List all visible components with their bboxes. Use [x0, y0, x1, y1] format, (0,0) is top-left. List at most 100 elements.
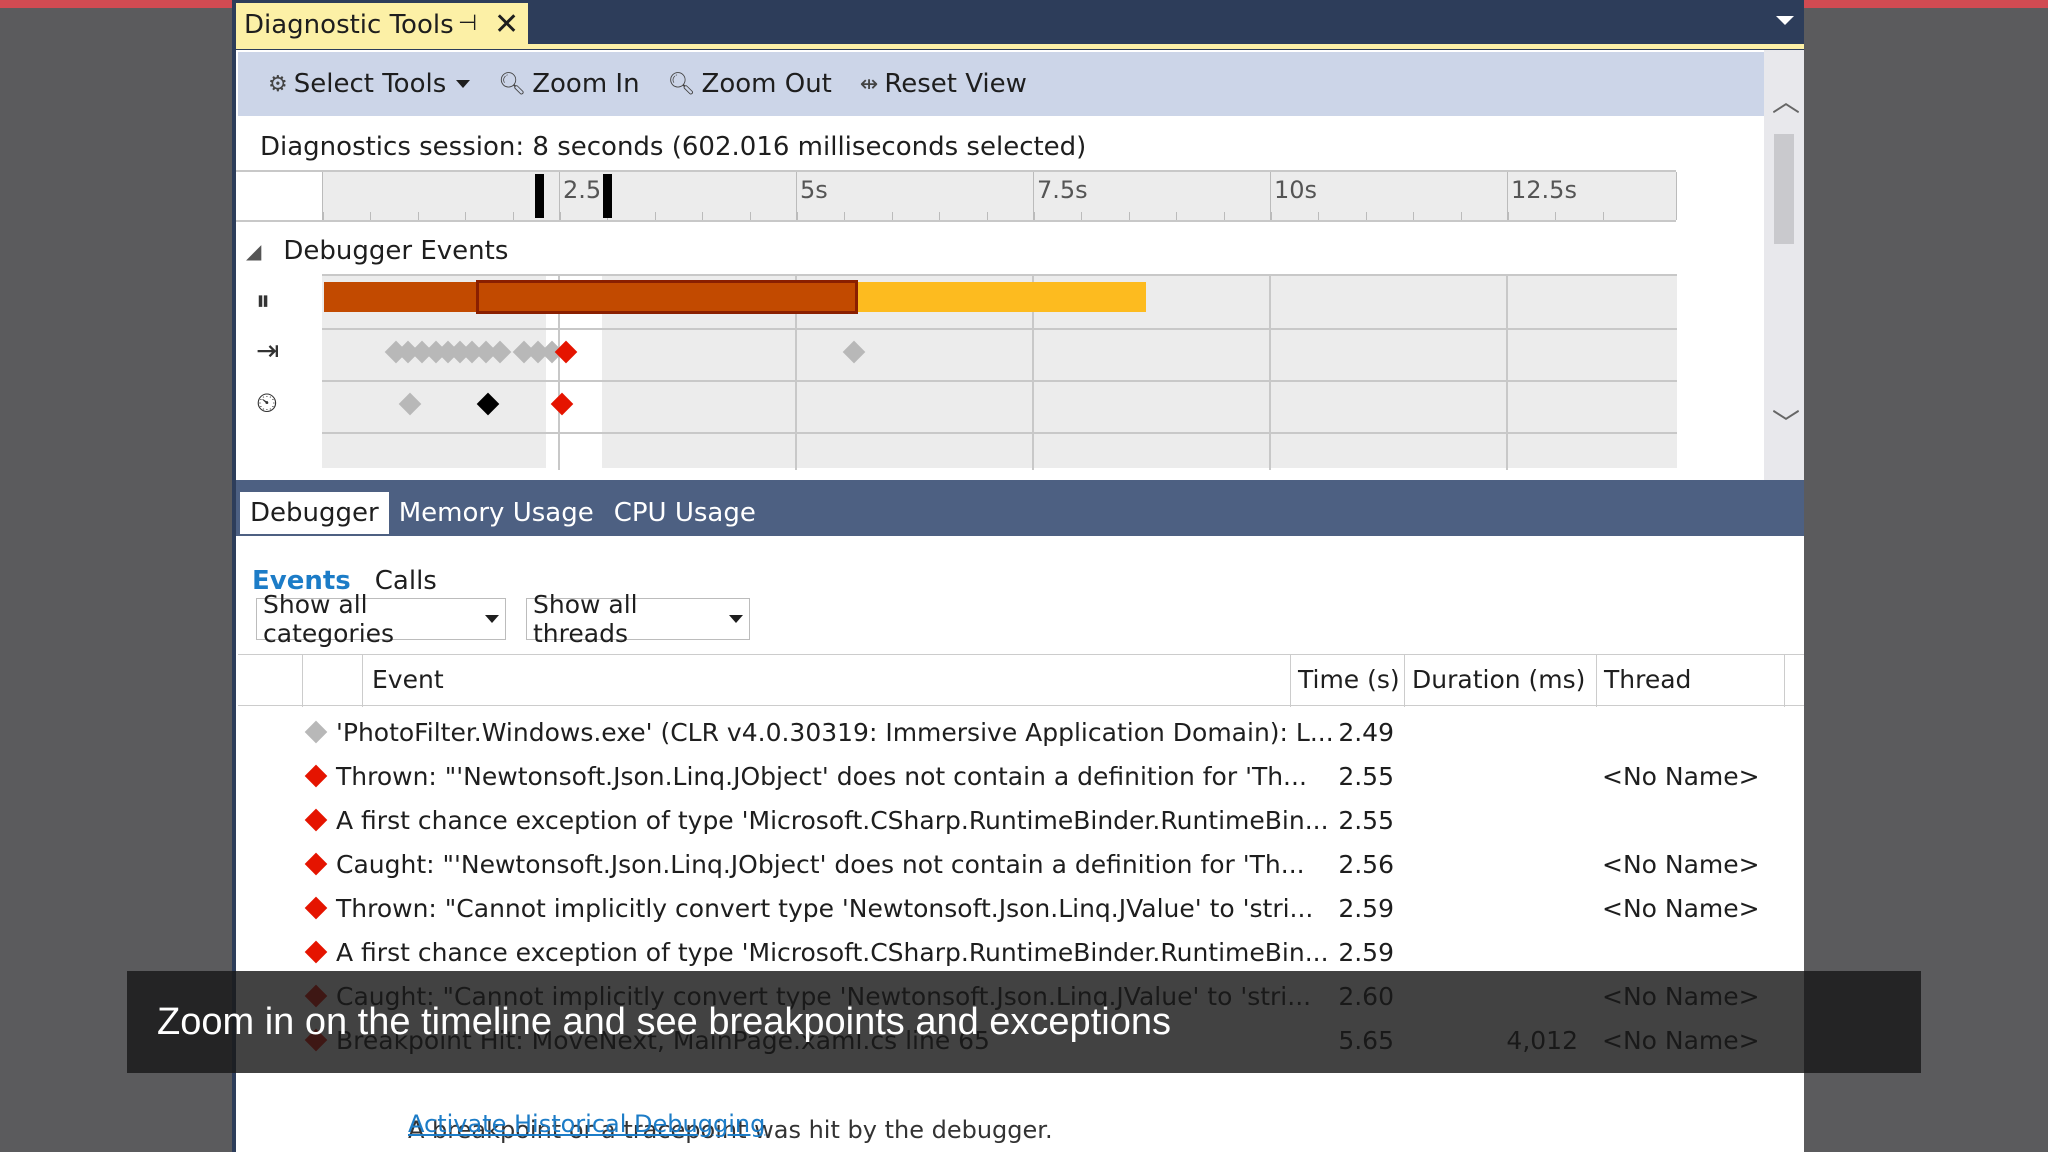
lane-gridline	[1269, 276, 1271, 470]
column-separator	[1596, 655, 1597, 707]
time-cell: 2.49	[1338, 718, 1394, 747]
reset-view-icon: ⇹	[859, 71, 879, 97]
running-bar[interactable]	[858, 282, 1146, 312]
window-menu-chevron-icon[interactable]	[1776, 16, 1794, 25]
event-cell: Thrown: "Cannot implicitly convert type …	[336, 894, 1314, 923]
select-tools-label: Select Tools	[293, 69, 447, 99]
column-header-event[interactable]: Event	[372, 665, 444, 694]
info-event-icon	[304, 720, 328, 744]
column-header-time[interactable]: Time (s)	[1298, 665, 1400, 694]
time-cell: 2.59	[1338, 938, 1394, 967]
debugger-events-title: Debugger Events	[283, 236, 509, 266]
column-separator	[1404, 655, 1405, 707]
grid-header: Event Time (s) Duration (ms) Thread	[238, 654, 1804, 707]
caption-text: Zoom in on the timeline and see breakpoi…	[157, 1000, 1171, 1043]
ruler-minor-tick	[370, 212, 372, 220]
zoom-out-button[interactable]: 🔍︎ Zoom Out	[668, 69, 832, 99]
time-cell: 2.55	[1338, 806, 1394, 835]
info-event-marker[interactable]	[842, 340, 866, 364]
chevron-down-icon	[485, 615, 499, 623]
table-row[interactable]: Thrown: "'Newtonsoft.Json.Linq.JObject' …	[238, 754, 1804, 798]
ruler-minor-tick	[654, 212, 656, 220]
accent-bar-left	[0, 0, 232, 8]
exception-event-icon	[304, 764, 328, 788]
event-cell: Thrown: "'Newtonsoft.Json.Linq.JObject' …	[336, 762, 1307, 791]
column-header-duration[interactable]: Duration (ms)	[1412, 665, 1585, 694]
reset-view-label: Reset View	[884, 69, 1027, 99]
exception-event-icon	[304, 852, 328, 876]
ruler-minor-tick	[1460, 212, 1462, 220]
close-icon[interactable]: ✕	[494, 7, 519, 42]
tab-underline	[236, 44, 1804, 49]
tab-diagnostic-tools[interactable]: Diagnostic Tools ⊣ ✕	[236, 3, 528, 47]
info-event-marker[interactable]	[398, 392, 422, 416]
debugger-events-swimlanes[interactable]	[322, 274, 1677, 470]
threads-dropdown[interactable]: Show all threads	[526, 590, 750, 648]
ruler-minor-tick	[749, 212, 751, 220]
pause-icon: ⏸	[256, 284, 271, 317]
event-cell: 'PhotoFilter.Windows.exe' (CLR v4.0.3031…	[336, 718, 1334, 747]
vertical-scrollbar[interactable]: ︿ ﹀	[1764, 50, 1804, 480]
ruler-minor-tick	[1508, 212, 1509, 220]
tab-cpu-usage[interactable]: CPU Usage	[604, 492, 766, 534]
lane-separator	[322, 328, 1677, 330]
ruler-minor-tick	[702, 212, 704, 220]
select-tools-button[interactable]: ⚙ Select Tools	[268, 69, 471, 99]
ruler-label: 10s	[1274, 176, 1318, 204]
table-row[interactable]: Thrown: "Cannot implicitly convert type …	[238, 886, 1804, 930]
categories-dropdown[interactable]: Show all categories	[256, 590, 506, 648]
pin-icon[interactable]: ⊣	[458, 11, 477, 36]
ruler-minor-tick	[560, 212, 561, 220]
table-row[interactable]: Caught: "'Newtonsoft.Json.Linq.JObject' …	[238, 842, 1804, 886]
column-separator	[302, 655, 303, 707]
scrollbar-thumb[interactable]	[1774, 134, 1794, 244]
activate-historical-debugging-link[interactable]: Activate Historical Debugging	[408, 1110, 765, 1138]
selection-end-handle[interactable]	[603, 174, 612, 218]
ruler-label: 12.5s	[1511, 176, 1577, 204]
ruler-track[interactable]: 2.5 5s 7.5s 10s 12.5s	[322, 172, 1677, 220]
scroll-up-icon[interactable]: ︿	[1772, 80, 1800, 120]
events-grid: Event Time (s) Duration (ms) Thread 'Pho…	[238, 654, 1804, 1152]
column-separator	[1290, 655, 1291, 707]
event-cell: Caught: "'Newtonsoft.Json.Linq.JObject' …	[336, 850, 1305, 879]
exception-event-icon	[304, 940, 328, 964]
break-mode-bar[interactable]	[324, 282, 476, 312]
table-row[interactable]: A first chance exception of type 'Micros…	[238, 930, 1804, 974]
zoom-in-button[interactable]: 🔍︎ Zoom In	[498, 69, 639, 99]
lane-gridline	[1506, 276, 1508, 470]
ruler-minor-tick	[1365, 212, 1367, 220]
ruler-minor-tick	[797, 212, 798, 220]
break-mode-bar-selected[interactable]	[476, 280, 858, 314]
selection-start-handle[interactable]	[535, 174, 544, 218]
debugger-events-header[interactable]: ◢ Debugger Events	[246, 236, 508, 266]
breakpoint-lane-icon: ⏲	[256, 386, 278, 419]
zoom-out-label: Zoom Out	[701, 69, 832, 99]
tab-debugger[interactable]: Debugger	[240, 492, 389, 534]
collapse-triangle-icon[interactable]: ◢	[246, 239, 261, 263]
reset-view-button[interactable]: ⇹ Reset View	[860, 69, 1027, 99]
video-caption: Zoom in on the timeline and see breakpoi…	[127, 971, 1921, 1073]
thread-cell: <No Name>	[1602, 762, 1760, 791]
zoom-in-icon: 🔍︎	[498, 71, 527, 97]
ruler-minor-tick	[1081, 212, 1083, 220]
ruler-minor-tick	[844, 212, 846, 220]
ruler-minor-tick	[1413, 212, 1415, 220]
table-row[interactable]: A first chance exception of type 'Micros…	[238, 798, 1804, 842]
info-event-marker[interactable]	[488, 340, 512, 364]
accent-bar-right	[1804, 0, 2048, 8]
scroll-down-icon[interactable]: ﹀	[1772, 402, 1800, 442]
tab-memory-usage[interactable]: Memory Usage	[389, 492, 604, 534]
breakpoint-event-marker[interactable]	[476, 392, 500, 416]
ruler-minor-tick	[417, 212, 419, 220]
table-row[interactable]: 'PhotoFilter.Windows.exe' (CLR v4.0.3031…	[238, 710, 1804, 754]
ruler-minor-tick	[1223, 212, 1225, 220]
ruler-minor-tick	[891, 212, 893, 220]
column-header-thread[interactable]: Thread	[1604, 665, 1691, 694]
zoom-in-label: Zoom In	[532, 69, 640, 99]
ruler-label: 2.5	[563, 176, 602, 204]
ruler-minor-tick	[1555, 212, 1557, 220]
ruler-minor-tick	[1271, 212, 1272, 220]
column-separator	[362, 655, 363, 707]
timeline-ruler[interactable]: 2.5 5s 7.5s 10s 12.5s	[236, 170, 1677, 222]
tab-title: Diagnostic Tools	[244, 10, 454, 40]
